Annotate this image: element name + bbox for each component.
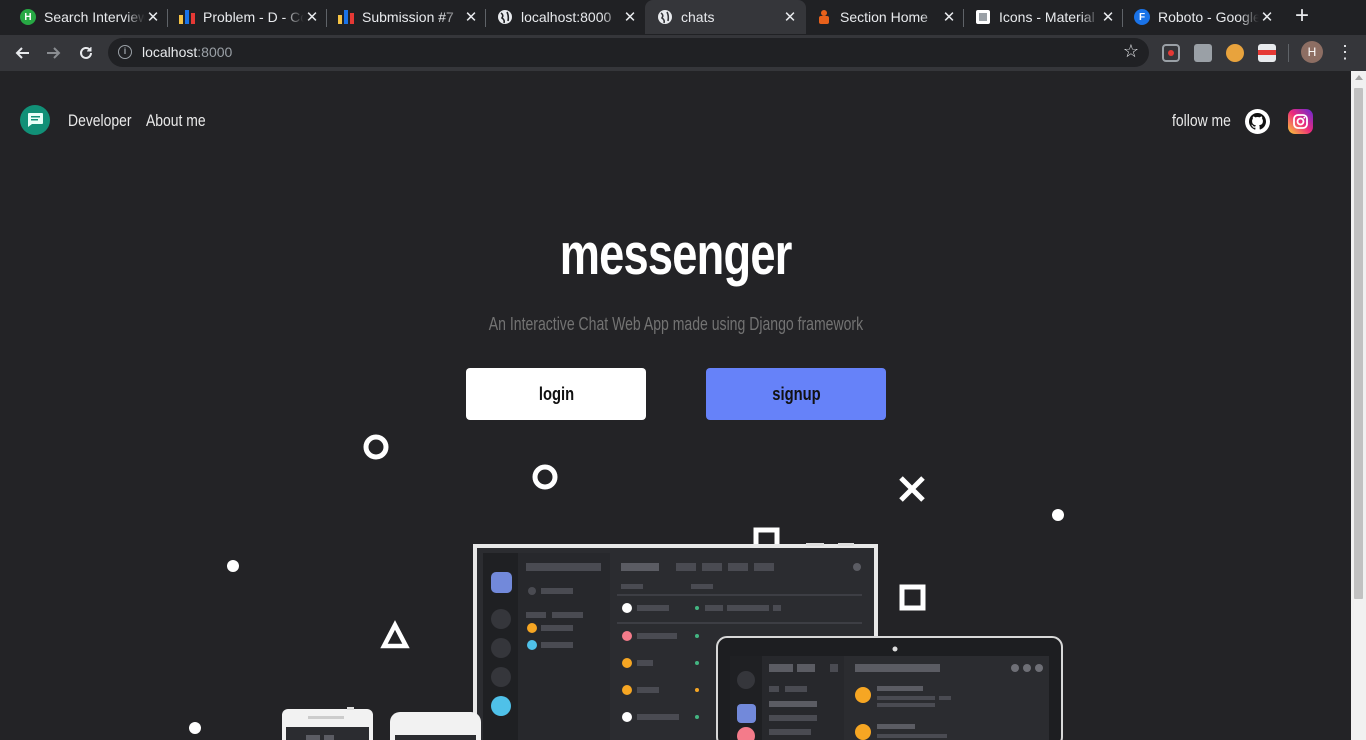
back-button[interactable] xyxy=(8,39,36,67)
codeforces-icon xyxy=(338,9,354,25)
owl-extension-icon[interactable] xyxy=(1226,44,1244,62)
bookmark-star-icon[interactable]: ☆ xyxy=(1123,41,1139,62)
tab-section-home[interactable]: Section Home ✕ xyxy=(804,0,965,34)
hackerearth-icon: H xyxy=(20,9,36,25)
tablet-mockup xyxy=(716,636,1063,740)
tab-title: Problem - D - Codeforces xyxy=(203,9,304,25)
close-icon[interactable]: ✕ xyxy=(145,8,161,26)
tab-title: Section Home xyxy=(840,9,928,25)
tab-title: Submission #7 xyxy=(362,9,454,25)
phone-mockup xyxy=(390,712,481,740)
tab-title: Search Interview xyxy=(44,9,145,25)
globe-icon xyxy=(657,9,673,25)
dot-shape xyxy=(189,722,201,734)
tab-strip: H Search Interview ✕ Problem - D - Codef… xyxy=(0,0,1366,35)
codeforces-icon xyxy=(179,9,195,25)
url-host: localhost xyxy=(142,44,198,60)
tab-chats[interactable]: chats ✕ xyxy=(645,0,806,34)
phone-mockup xyxy=(282,707,373,740)
screen-record-extension-icon[interactable] xyxy=(1162,44,1180,62)
material-icon xyxy=(975,9,991,25)
menu-kebab-icon[interactable]: ⋮ xyxy=(1336,41,1354,63)
globe-icon xyxy=(497,9,513,25)
square-shape xyxy=(899,584,926,611)
address-bar[interactable]: i localhost:8000 ☆ xyxy=(108,38,1149,67)
cross-shape xyxy=(899,476,925,502)
scrollbar-thumb[interactable] xyxy=(1354,88,1363,599)
ring-shape xyxy=(532,464,558,490)
browser-toolbar: i localhost:8000 ☆ H ⋮ xyxy=(0,35,1366,71)
tab-title: Icons - Material xyxy=(999,9,1095,25)
profile-avatar[interactable]: H xyxy=(1301,41,1323,63)
reload-button[interactable] xyxy=(72,39,100,67)
tab-title: Roboto - Google Fonts xyxy=(1158,9,1259,25)
tab-submission[interactable]: Submission #7 ✕ xyxy=(326,0,487,34)
triangle-shape xyxy=(380,620,410,649)
tab-localhost[interactable]: localhost:8000 ✕ xyxy=(485,0,646,34)
close-icon[interactable]: ✕ xyxy=(463,8,479,26)
close-icon[interactable]: ✕ xyxy=(1259,8,1275,26)
dot-shape xyxy=(1052,509,1064,521)
tab-title: chats xyxy=(681,9,715,25)
tab-title: localhost:8000 xyxy=(521,9,612,25)
page-scrollbar[interactable] xyxy=(1351,71,1366,740)
close-icon[interactable]: ✕ xyxy=(304,8,320,26)
puzzle-extension-icon[interactable] xyxy=(1194,44,1212,62)
close-icon[interactable]: ✕ xyxy=(782,8,798,26)
url-text[interactable]: localhost:8000 xyxy=(142,44,232,60)
page-viewport: Developer About me follow me messenger A… xyxy=(0,71,1351,740)
tab-icons-material[interactable]: Icons - Material ✕ xyxy=(963,0,1124,34)
scroll-up-arrow-icon[interactable] xyxy=(1355,75,1363,80)
extension-icon[interactable] xyxy=(1258,44,1276,62)
tab-problem[interactable]: Problem - D - Codeforces ✕ xyxy=(167,0,328,34)
close-icon[interactable]: ✕ xyxy=(622,8,638,26)
ring-shape xyxy=(363,434,389,460)
tab-search-interview[interactable]: H Search Interview ✕ xyxy=(8,0,169,34)
dot-shape xyxy=(227,560,239,572)
tab-roboto[interactable]: F Roboto - Google Fonts ✕ xyxy=(1122,0,1283,34)
info-icon[interactable]: i xyxy=(118,45,132,59)
section-icon xyxy=(816,9,832,25)
google-fonts-icon: F xyxy=(1134,9,1150,25)
new-tab-button[interactable]: + xyxy=(1289,4,1315,30)
forward-button[interactable] xyxy=(40,39,68,67)
close-icon[interactable]: ✕ xyxy=(1100,8,1116,26)
hero-illustration xyxy=(189,434,1064,740)
url-port: :8000 xyxy=(197,44,233,60)
close-icon[interactable]: ✕ xyxy=(941,8,957,26)
